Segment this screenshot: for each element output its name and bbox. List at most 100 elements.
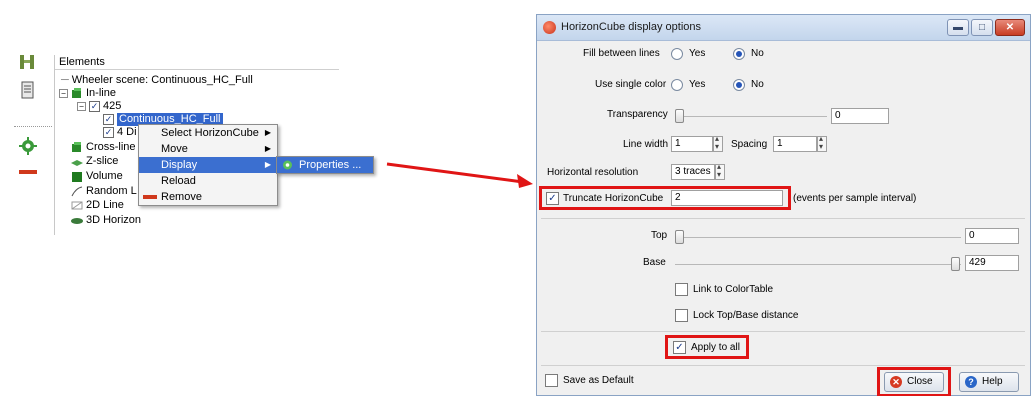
tree-item-label: 425 — [103, 100, 122, 112]
tree-header: Elements — [55, 55, 339, 70]
menu-item-reload[interactable]: Reload — [139, 173, 277, 189]
red-pointer-arrow — [386, 162, 533, 188]
remove-bar-icon[interactable] — [18, 162, 38, 182]
separator — [541, 365, 1025, 366]
lock-distance-checkbox[interactable] — [675, 309, 688, 322]
toolbar-divider — [14, 126, 52, 127]
crossline-cube-icon — [72, 142, 81, 152]
link-colortable-label: Link to ColorTable — [693, 284, 774, 295]
link-colortable-checkbox[interactable] — [675, 283, 688, 296]
truncate-checkbox[interactable]: ✓ — [546, 192, 559, 205]
tree-item-label: Cross-line — [86, 141, 136, 153]
save-default-checkbox[interactable] — [545, 374, 558, 387]
tree-item-425[interactable]: − ✓ 425 — [77, 100, 121, 113]
volume-cube-icon — [72, 172, 82, 182]
visibility-checkbox[interactable]: ✓ — [103, 127, 114, 138]
fill-yes-radio[interactable] — [671, 48, 683, 60]
minimize-button[interactable]: ▬ — [947, 19, 969, 36]
top-slider-track[interactable] — [675, 237, 961, 238]
truncate-input[interactable]: 2 — [671, 190, 783, 206]
2d-line-icon — [71, 201, 83, 210]
line-width-input[interactable]: 1 — [671, 136, 713, 152]
fill-no-radio[interactable] — [733, 48, 745, 60]
visibility-checkbox[interactable]: ✓ — [103, 114, 114, 125]
document-icon[interactable] — [18, 80, 38, 100]
tree-item-inline[interactable]: − In-line — [59, 87, 116, 100]
tree-item-4di[interactable]: ✓ 4 Di — [103, 126, 137, 139]
single-color-yes-radio[interactable] — [671, 79, 683, 91]
context-menu: Select HorizonCube ▶ Move ▶ Display ▶ Reloa… — [138, 124, 278, 206]
tree-item-3dhorizon[interactable]: 3D Horizon — [71, 214, 141, 227]
visibility-checkbox[interactable]: ✓ — [89, 101, 100, 112]
transparency-input[interactable]: 0 — [831, 108, 889, 124]
transparency-slider-track[interactable] — [675, 116, 827, 117]
apply-to-all-label: Apply to all — [691, 342, 740, 353]
tree-item-label: Wheeler scene: Continuous_HC_Full — [71, 74, 253, 86]
lock-distance-label: Lock Top/Base distance — [693, 310, 799, 321]
single-color-no-label: No — [751, 79, 764, 90]
tree-connector: ─ — [61, 74, 69, 86]
transparency-slider-thumb[interactable] — [675, 109, 684, 123]
fill-between-lines-label: Fill between lines — [583, 48, 660, 59]
inline-cube-icon — [72, 88, 81, 98]
tree-item-crossline[interactable]: Cross-line — [71, 141, 136, 154]
menu-item-display[interactable]: Display ▶ — [139, 157, 277, 173]
base-input[interactable]: 429 — [965, 255, 1019, 271]
menu-item-select-horizoncube[interactable]: Select HorizonCube ▶ — [139, 125, 277, 141]
base-slider-thumb[interactable] — [951, 257, 960, 271]
properties-gear-icon — [283, 160, 292, 170]
app-icon — [543, 21, 556, 34]
close-window-button[interactable]: ✕ — [995, 19, 1025, 36]
help-circle-icon: ? — [965, 376, 977, 388]
tree-item-label: 3D Horizon — [86, 214, 142, 226]
collapse-icon[interactable]: − — [77, 102, 86, 111]
save-default-label: Save as Default — [563, 375, 634, 386]
dialog-title: HorizonCube display options — [561, 21, 702, 33]
tree-hierarchy-icon[interactable] — [18, 52, 38, 72]
gear-icon[interactable] — [18, 136, 38, 156]
base-slider-track[interactable] — [675, 264, 961, 265]
spacing-spinner[interactable] — [817, 134, 827, 152]
line-width-label: Line width — [623, 139, 669, 150]
tree-item-volume[interactable]: Volume — [71, 170, 123, 183]
tree-item-label: 2D Line — [86, 199, 124, 211]
transparency-label: Transparency — [607, 109, 668, 120]
menu-item-properties[interactable]: Properties ... — [277, 157, 373, 173]
tree-item-scene[interactable]: ─ Wheeler scene: Continuous_HC_Full — [61, 74, 253, 87]
display-submenu: Properties ... — [276, 156, 374, 174]
line-width-spinner[interactable] — [713, 134, 723, 152]
menu-item-move[interactable]: Move ▶ — [139, 141, 277, 157]
maximize-button[interactable]: □ — [971, 19, 993, 36]
single-color-yes-label: Yes — [689, 79, 706, 90]
top-slider-thumb[interactable] — [675, 230, 684, 244]
dialog-titlebar[interactable]: HorizonCube display options ▬ □ ✕ — [537, 15, 1030, 41]
spacing-label: Spacing — [731, 139, 768, 150]
truncate-label: Truncate HorizonCube — [563, 193, 664, 204]
apply-to-all-checkbox[interactable]: ✓ — [673, 341, 686, 354]
collapse-icon[interactable]: − — [59, 89, 68, 98]
submenu-arrow-icon: ▶ — [264, 128, 271, 137]
tree-item-label: Random L — [86, 185, 137, 197]
remove-icon — [143, 195, 157, 199]
tree-item-label: Z-slice — [86, 155, 119, 167]
submenu-arrow-icon: ▶ — [264, 160, 271, 169]
tree-item-zslice[interactable]: Z-slice — [71, 155, 118, 168]
spacing-input[interactable]: 1 — [773, 136, 817, 152]
close-button[interactable]: ✕ Close — [884, 372, 944, 392]
separator — [541, 331, 1025, 332]
base-label: Base — [643, 257, 666, 268]
submenu-arrow-icon: ▶ — [264, 144, 271, 153]
horizontal-resolution-label: Horizontal resolution — [547, 167, 639, 178]
help-button[interactable]: ? Help — [959, 372, 1019, 392]
top-label: Top — [651, 230, 668, 241]
horizoncube-display-dialog: HorizonCube display options ▬ □ ✕ Fill b… — [536, 14, 1031, 396]
tree-item-label: In-line — [86, 87, 116, 99]
zslice-icon — [71, 160, 83, 166]
tree-item-2dline[interactable]: 2D Line — [71, 199, 124, 212]
horizontal-resolution-spinner[interactable] — [715, 162, 725, 180]
menu-item-remove[interactable]: Remove — [139, 189, 277, 205]
top-input[interactable]: 0 — [965, 228, 1019, 244]
horizontal-resolution-input[interactable]: 3 traces — [671, 164, 715, 180]
single-color-no-radio[interactable] — [733, 79, 745, 91]
tree-item-randomline[interactable]: Random L — [71, 185, 137, 198]
